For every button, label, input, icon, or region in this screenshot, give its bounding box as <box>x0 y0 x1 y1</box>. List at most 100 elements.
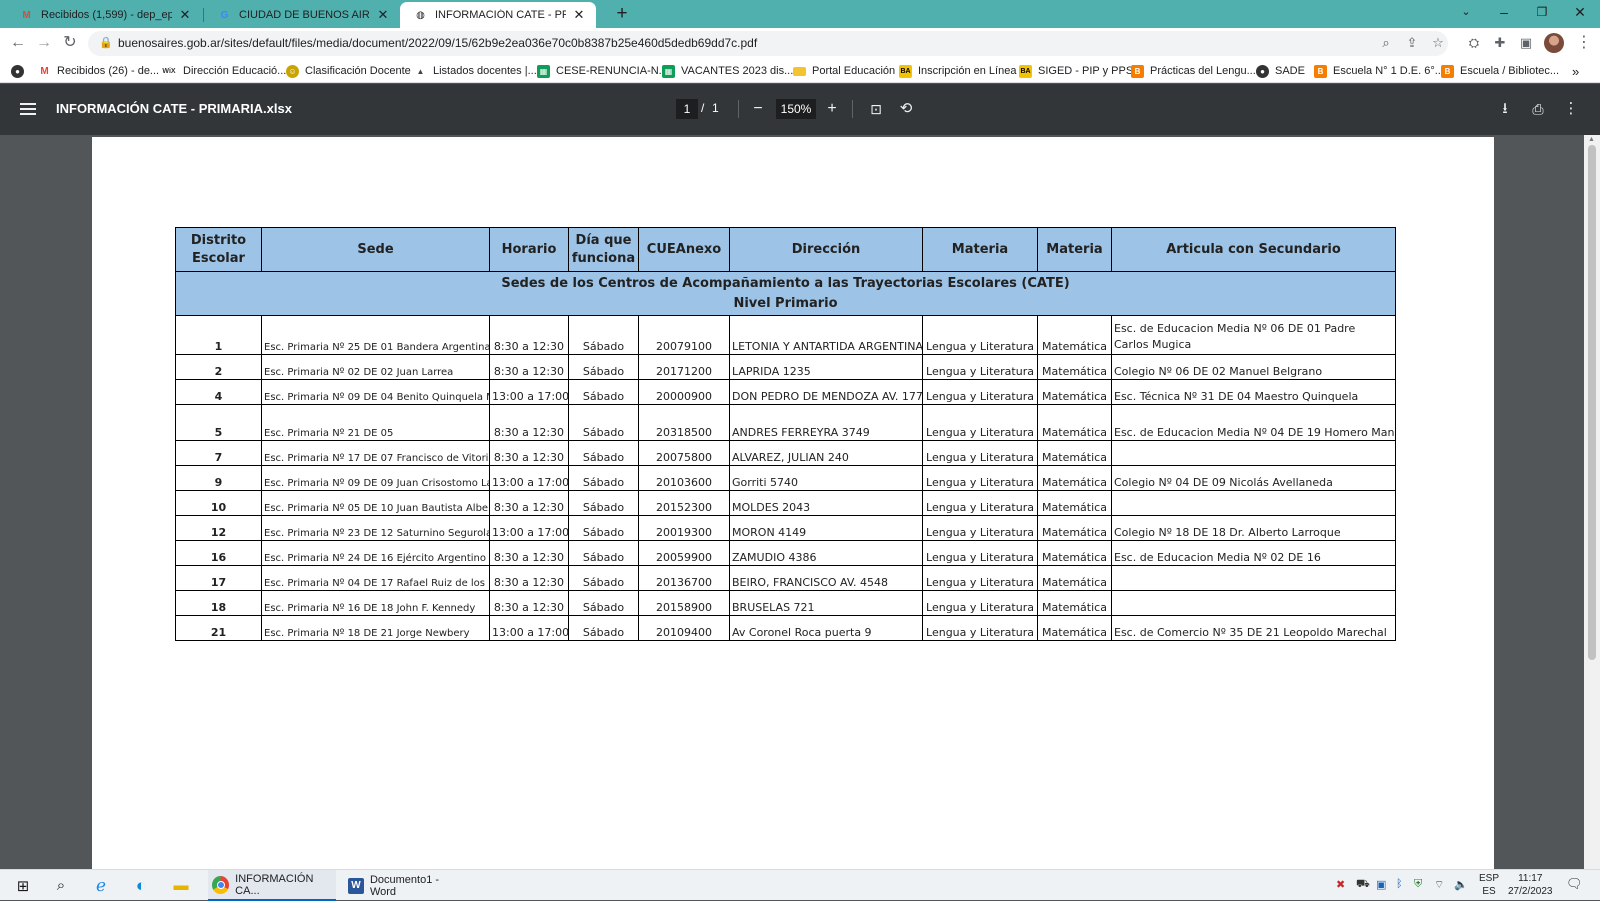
bluetooth-icon[interactable]: ᛒ <box>1396 878 1403 890</box>
tab-search-icon[interactable]: ⌄ <box>1448 0 1484 26</box>
edge-icon[interactable]: ◐ <box>124 870 158 901</box>
column-header: Articula con Secundario <box>1111 227 1396 272</box>
extension-icon[interactable]: ⛭ <box>1462 32 1486 54</box>
bookmark-item[interactable]: B Escuela / Bibliotec... <box>1441 63 1559 79</box>
close-icon[interactable]: ✕ <box>178 7 192 23</box>
table-cell-materia2: Matemática <box>1037 315 1112 355</box>
more-bookmarks-icon[interactable]: » <box>1572 63 1579 79</box>
rotate-icon[interactable]: ⟲ <box>895 98 917 120</box>
table-cell-distrito: 18 <box>175 590 262 616</box>
bookmark-item[interactable]: B Prácticas del Lengu... <box>1131 63 1256 79</box>
taskbar-item-word[interactable]: W Documento1 - Word <box>344 870 468 901</box>
bookmark-item[interactable]: ▦ VACANTES 2023 dis... <box>662 63 793 79</box>
blogger-icon: B <box>1131 64 1144 78</box>
notifications-icon[interactable]: 🗨 <box>1566 876 1583 892</box>
taskbar-item-chrome[interactable]: INFORMACIÓN CA... <box>208 870 336 901</box>
antivirus-icon[interactable]: ✖ <box>1336 878 1345 891</box>
bookmark-label: Portal Educación <box>812 65 896 77</box>
internet-explorer-icon[interactable]: ℯ <box>84 870 118 901</box>
table-cell-direccion: ANDRES FERREYRA 3749 <box>729 404 923 441</box>
fit-page-icon[interactable]: ⊡ <box>865 98 887 120</box>
scrollbar-thumb[interactable] <box>1588 145 1596 660</box>
table-row: 5 Esc. Primaria Nº 21 DE 05 8:30 a 12:30 Sá… <box>175 404 1396 441</box>
back-arrow-icon[interactable]: ← <box>6 32 30 54</box>
bookmark-item[interactable]: ▲ Listados docentes |... <box>414 63 537 79</box>
table-cell-secundario <box>1111 440 1396 466</box>
search-icon[interactable]: ⌕ <box>44 870 78 901</box>
download-icon[interactable]: ⭳ <box>1494 98 1516 120</box>
language-indicator[interactable]: ESP ES <box>1479 872 1499 898</box>
zoom-icon[interactable]: ⌕ <box>1376 35 1396 51</box>
close-icon[interactable]: ✕ <box>376 7 390 23</box>
pdf-viewer[interactable]: Sedes de los Centros de Acompañamiento a… <box>0 135 1600 877</box>
column-header: Materia <box>1037 227 1112 272</box>
scroll-up-icon[interactable]: ▲ <box>1588 136 1595 143</box>
volume-icon[interactable]: 🔈 <box>1454 878 1468 891</box>
bookmark-label: Dirección Educació... <box>183 65 287 77</box>
print-icon[interactable]: ⎙ <box>1527 98 1549 120</box>
bookmark-globe[interactable]: ● <box>11 63 30 79</box>
bookmark-item[interactable]: BA SIGED - PIP y PPS <box>1019 63 1133 79</box>
table-row: 21 Esc. Primaria Nº 18 DE 21 Jorge Newber… <box>175 615 1396 641</box>
window-close-button[interactable]: ✕ <box>1562 0 1598 26</box>
puzzle-icon[interactable]: ✚ <box>1488 32 1512 54</box>
more-actions-icon[interactable]: ⋮ <box>1560 98 1582 120</box>
table-cell-dia: Sábado <box>568 565 639 591</box>
table-cell-materia1: Lengua y Literatura <box>922 465 1038 491</box>
table-cell-secundario: Colegio Nº 06 DE 02 Manuel Belgrano <box>1111 354 1396 380</box>
share-icon[interactable]: ⇪ <box>1402 35 1422 51</box>
browser-toolbar: ← → ↻ 🔒 buenosaires.gob.ar/sites/default… <box>0 28 1600 59</box>
scrollbar[interactable]: ▲ <box>1584 135 1600 869</box>
column-header: CUEAnexo <box>638 227 730 272</box>
table-cell-secundario: Colegio Nº 04 DE 09 Nicolás Avellaneda <box>1111 465 1396 491</box>
tab-google[interactable]: G CIUDAD DE BUENOS AIRES EDUC ✕ <box>204 2 400 28</box>
new-tab-button[interactable]: + <box>610 3 634 25</box>
network-drive-icon[interactable]: ⛟ <box>1356 878 1370 892</box>
toolbar-divider <box>738 100 739 118</box>
file-explorer-icon[interactable]: ▬ <box>164 870 198 901</box>
bookmark-item[interactable]: ▦ CESE-RENUNCIA-N... <box>537 63 668 79</box>
bookmark-item[interactable]: M Recibidos (26) - de... <box>38 63 159 79</box>
column-header: Dirección <box>729 227 923 272</box>
side-panel-icon[interactable]: ▣ <box>1514 32 1538 54</box>
table-cell-direccion: Av Coronel Roca puerta 9 <box>729 615 923 641</box>
zoom-level-input[interactable]: 150% <box>776 99 816 119</box>
shield-icon[interactable]: ⛨ <box>1414 878 1422 891</box>
windows-start-icon[interactable]: ⊞ <box>6 870 40 901</box>
table-cell-horario: 8:30 a 12:30 <box>489 404 569 441</box>
minimize-button[interactable]: – <box>1486 0 1522 26</box>
lock-icon[interactable]: 🔒 <box>99 36 113 49</box>
tab-cate-pdf[interactable]: ◍ INFORMACIÓN CATE - PRIMARIA ✕ <box>400 2 596 28</box>
system-clock[interactable]: 11:17 27/2/2023 <box>1508 872 1553 898</box>
table-cell-cue: 20079100 <box>638 315 730 355</box>
kebab-menu-icon[interactable]: ⋮ <box>1572 32 1596 54</box>
table-row: 17 Esc. Primaria Nº 04 DE 17 Rafael Ruiz … <box>175 565 1396 591</box>
close-icon[interactable]: ✕ <box>572 7 586 23</box>
url-text[interactable]: buenosaires.gob.ar/sites/default/files/m… <box>118 36 757 50</box>
table-cell-materia1: Lengua y Literatura <box>922 615 1038 641</box>
zoom-in-icon[interactable]: + <box>821 98 843 120</box>
tab-gmail[interactable]: M Recibidos (1,599) - dep_epc1_de ✕ <box>6 2 202 28</box>
zoom-out-icon[interactable]: − <box>747 98 769 120</box>
security-icon[interactable]: ▣ <box>1376 878 1386 891</box>
table-cell-materia1: Lengua y Literatura <box>922 565 1038 591</box>
bookmark-item[interactable]: ☺ Clasificación Docente <box>286 63 411 79</box>
avatar[interactable] <box>1544 33 1564 53</box>
hamburger-menu-icon[interactable] <box>20 100 36 118</box>
bookmark-item[interactable]: WiX Dirección Educació... <box>161 63 286 79</box>
bookmark-item[interactable]: BA Inscripción en Línea <box>899 63 1016 79</box>
bookmark-item[interactable]: ● SADE <box>1256 63 1305 79</box>
page-number-input[interactable]: 1 <box>676 99 698 119</box>
wifi-icon[interactable]: ⌔ <box>1434 878 1444 892</box>
forward-arrow-icon[interactable]: → <box>32 32 56 54</box>
bookmark-item[interactable]: Portal Educación <box>793 63 895 79</box>
star-icon[interactable]: ☆ <box>1428 35 1448 51</box>
table-cell-secundario <box>1111 565 1396 591</box>
reload-icon[interactable]: ↻ <box>58 32 82 54</box>
bookmark-item[interactable]: B Escuela N° 1 D.E. 6°... <box>1314 63 1444 79</box>
table-cell-dia: Sábado <box>568 515 639 541</box>
table-cell-materia1: Lengua y Literatura <box>922 404 1038 441</box>
address-bar[interactable]: 🔒 buenosaires.gob.ar/sites/default/files… <box>88 31 1448 56</box>
table-cell-materia2: Matemática <box>1037 515 1112 541</box>
restore-button[interactable]: ❐ <box>1524 0 1560 26</box>
